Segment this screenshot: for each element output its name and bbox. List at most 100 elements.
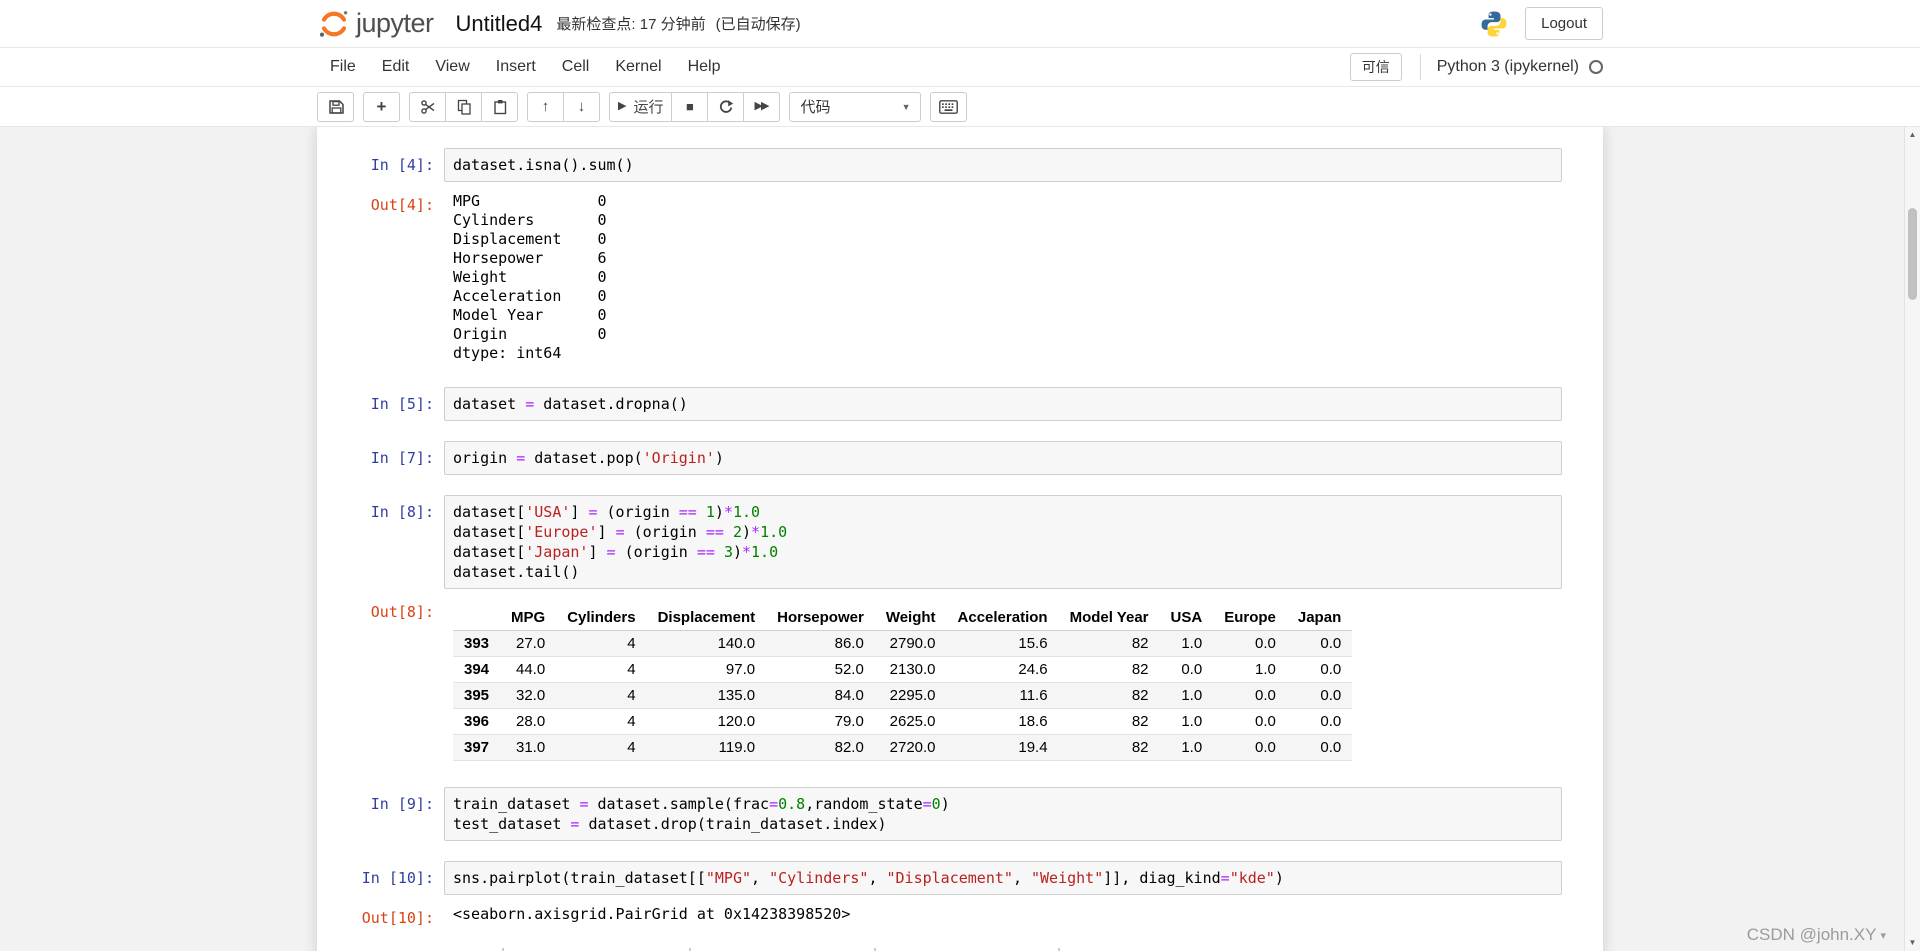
cut-cell-button[interactable] <box>409 91 446 122</box>
table-cell: 4 <box>627 713 636 730</box>
table-cell: 79.0 <box>834 713 864 730</box>
cell-output: <seaborn.axisgrid.PairGrid at 0x14238398… <box>444 901 1562 928</box>
table-cell: 120.0 <box>717 713 756 730</box>
scrollbar-thumb[interactable] <box>1908 208 1917 300</box>
menu-edit[interactable]: Edit <box>369 48 423 86</box>
interrupt-kernel-button[interactable]: ■ <box>671 91 709 122</box>
table-cell: 52.0 <box>834 661 864 678</box>
code-text: dataset['USA'] = (origin == 1)*1.0 datas… <box>453 503 788 581</box>
code-editor[interactable]: sns.pairplot(train_dataset[["MPG", "Cyli… <box>444 861 1562 895</box>
menu-file[interactable]: File <box>317 48 369 86</box>
table-cell: 82 <box>1131 713 1149 730</box>
menu-help[interactable]: Help <box>675 48 734 86</box>
toolbar: + ↑ ↓ ▶ 运行 ■ ▶▶ 代码 ▼ <box>0 87 1920 127</box>
table-row: 393 27.0 4 140.0 86.0 2790.0 15.6 82 1.0 0.0 0.0 <box>453 630 1353 657</box>
save-icon <box>328 99 344 114</box>
code-editor[interactable]: dataset.isna().sum() <box>444 148 1562 182</box>
table-row: 394 44.0 4 97.0 52.0 2130.0 24.6 82 0.0 1.0 0.0 <box>453 657 1353 683</box>
table-cell: 28.0 <box>516 713 546 730</box>
watermark-caret-icon: ▾ <box>1880 929 1886 942</box>
table-cell: 11.6 <box>1019 687 1048 704</box>
notebook-title[interactable]: Untitled4 <box>456 11 543 37</box>
code-cell[interactable]: In [7]: origin = dataset.pop('Origin') <box>317 436 1603 480</box>
copy-cell-button[interactable] <box>445 91 482 122</box>
table-cell: 4 <box>627 635 636 652</box>
column-header: Cylinders <box>556 605 647 631</box>
table-cell: 2625.0 <box>889 713 936 730</box>
code-text: origin = dataset.pop('Origin') <box>453 449 724 467</box>
paste-cell-button[interactable] <box>481 91 518 122</box>
restart-kernel-button[interactable] <box>707 91 745 122</box>
run-label: 运行 <box>633 99 664 116</box>
output-text: <seaborn.axisgrid.PairGrid at 0x14238398… <box>453 905 851 923</box>
row-index: 394 <box>464 661 490 678</box>
table-cell: 24.6 <box>1018 661 1048 678</box>
table-cell: 82 <box>1131 635 1149 652</box>
input-prompt: In [5]: <box>370 395 434 413</box>
output-prompt <box>317 934 444 951</box>
python-logo-icon <box>1481 10 1507 37</box>
table-cell: 0.0 <box>1320 739 1342 756</box>
table-cell: 1.0 <box>1181 635 1203 652</box>
kernel-name: Python 3 (ipykernel) <box>1436 58 1579 75</box>
jupyter-logo-text: jupyter <box>356 8 434 38</box>
move-cell-down-button[interactable]: ↓ <box>563 91 600 122</box>
add-cell-button[interactable]: + <box>363 91 400 122</box>
menu-insert[interactable]: Insert <box>483 48 549 86</box>
table-cell: 0.0 <box>1181 661 1203 678</box>
output-prompt: Out[4]: <box>370 196 434 214</box>
code-cell[interactable]: In [10]: sns.pairplot(train_dataset[["MPG… <box>317 856 1603 951</box>
table-cell: 0.0 <box>1255 739 1276 756</box>
table-cell: 82 <box>1131 687 1149 704</box>
cell-output <box>444 934 1562 951</box>
paste-icon <box>493 99 506 114</box>
code-editor[interactable]: dataset = dataset.dropna() <box>444 387 1562 421</box>
command-palette-button[interactable] <box>930 91 968 122</box>
save-button[interactable] <box>317 91 354 122</box>
jupyter-logo[interactable]: jupyter <box>317 7 434 41</box>
cell-type-value: 代码 <box>800 99 831 116</box>
kernel-indicator: Python 3 (ipykernel) <box>1419 54 1603 80</box>
code-cell[interactable]: In [9]: train_dataset = dataset.sample(fr… <box>317 782 1603 846</box>
restart-run-all-button[interactable]: ▶▶ <box>743 91 781 122</box>
csdn-watermark: CSDN @john.XY ▾ <box>1747 925 1886 945</box>
jupyter-logo-icon <box>319 10 348 37</box>
table-row: 395 32.0 4 135.0 84.0 2295.0 11.6 82 1.0 0.0 0.0 <box>453 682 1353 709</box>
menu-kernel[interactable]: Kernel <box>602 48 674 86</box>
code-cell[interactable]: In [8]: dataset['USA'] = (origin == 1)*1.… <box>317 490 1603 772</box>
table-row: 396 28.0 4 120.0 79.0 2625.0 18.6 82 1.0 0.0 0.0 <box>453 709 1353 735</box>
logout-button[interactable]: Logout <box>1525 7 1603 40</box>
table-cell: 4 <box>627 739 636 756</box>
cell-type-dropdown[interactable]: 代码 ▼ <box>789 91 922 122</box>
code-editor[interactable]: dataset['USA'] = (origin == 1)*1.0 datas… <box>444 495 1562 589</box>
table-cell: 84.0 <box>834 687 864 704</box>
table-cell: 4 <box>627 661 636 678</box>
code-editor[interactable]: origin = dataset.pop('Origin') <box>444 441 1562 475</box>
table-cell: 86.0 <box>834 635 864 652</box>
scissors-icon <box>420 99 434 114</box>
input-prompt: In [7]: <box>370 449 434 467</box>
table-cell: 44.0 <box>516 661 546 678</box>
column-header: USA <box>1159 605 1214 631</box>
table-cell: 82.0 <box>834 739 864 756</box>
run-button[interactable]: ▶ 运行 <box>609 91 673 122</box>
move-cell-up-button[interactable]: ↑ <box>527 91 564 122</box>
scroll-up-icon[interactable]: ▲ <box>1905 127 1920 142</box>
watermark-text: CSDN @john.XY <box>1746 925 1877 944</box>
run-icon: ▶ <box>618 100 627 112</box>
scroll-down-icon[interactable]: ▼ <box>1905 935 1920 950</box>
menu-cell[interactable]: Cell <box>549 48 603 86</box>
stop-icon: ■ <box>686 99 694 114</box>
checkpoint-status: 最新检查点: 17 分钟前 <box>556 16 706 33</box>
vertical-scrollbar[interactable]: ▲ ▼ <box>1904 127 1920 951</box>
trusted-button[interactable]: 可信 <box>1349 53 1402 81</box>
code-editor[interactable]: train_dataset = dataset.sample(frac=0.8,… <box>444 787 1562 841</box>
jupyter-window: jupyter Untitled4 最新检查点: 17 分钟前 (已自动保存) … <box>0 0 1920 951</box>
code-cell[interactable]: In [4]: dataset.isna().sum() Out[4]: MPG 0 … <box>317 143 1603 372</box>
column-header: Japan <box>1286 605 1353 631</box>
notebook-scroll-area[interactable]: In [4]: dataset.isna().sum() Out[4]: MPG 0 … <box>0 127 1920 951</box>
autosave-status: (已自动保存) <box>715 16 801 33</box>
code-cell[interactable]: In [5]: dataset = dataset.dropna() <box>317 382 1603 426</box>
menu-view[interactable]: View <box>422 48 482 86</box>
table-cell: 82 <box>1131 739 1149 756</box>
